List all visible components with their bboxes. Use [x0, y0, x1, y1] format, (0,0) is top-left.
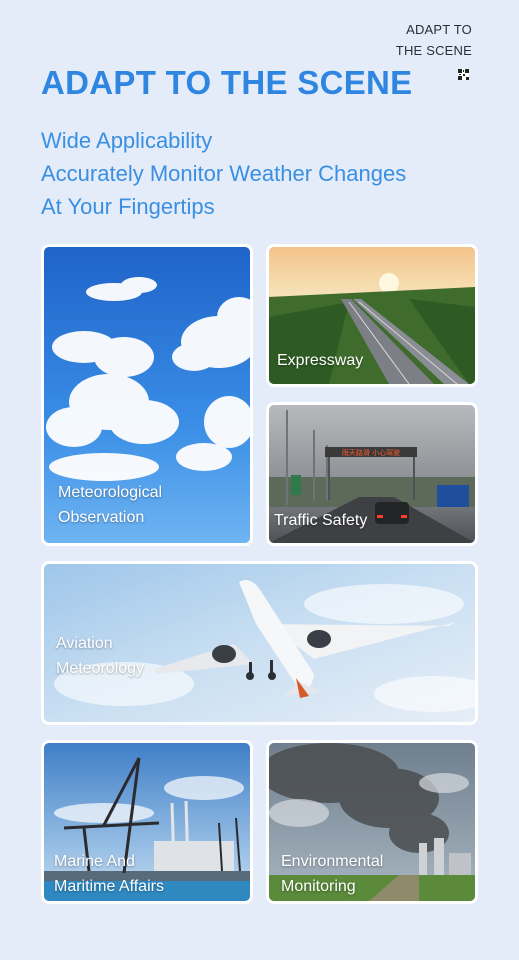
card-label-line2: Monitoring [281, 878, 356, 895]
card-label-line2: Maritime Affairs [54, 878, 164, 895]
card-label: Aviation Meteorology [56, 631, 144, 681]
card-label-line2: Meteorology [56, 660, 145, 677]
card-aviation-meteorology[interactable]: Aviation Meteorology [41, 561, 478, 725]
card-label: Meteorological Observation [58, 480, 162, 530]
corner-label-line2: THE SCENE [395, 43, 472, 58]
card-label-line1: Meteorological [58, 484, 163, 501]
road-sign-text: 雨天路滑 小心驾驶 [342, 448, 400, 457]
card-label-line1: Aviation [56, 635, 113, 652]
card-label: Marine And Maritime Affairs [54, 849, 164, 899]
card-meteorological-observation[interactable]: Meteorological Observation [41, 244, 253, 546]
subtitle-line-3: At Your Fingertips [41, 194, 215, 219]
card-label-line1: Traffic Safety [274, 512, 368, 529]
card-expressway[interactable]: Expressway [266, 244, 478, 387]
card-label-line2: Observation [58, 509, 145, 526]
card-label-line1: Environmental [281, 853, 384, 870]
card-label: Environmental Monitoring [281, 849, 383, 899]
subtitle-line-1: Wide Applicability [41, 128, 213, 153]
qr-code-icon [458, 69, 469, 80]
card-label: Expressway [277, 348, 363, 373]
corner-label: ADAPT TO THE SCENE [396, 19, 472, 61]
card-label: Traffic Safety [274, 508, 367, 533]
card-label-line1: Expressway [277, 352, 364, 369]
card-label-line1: Marine And [54, 853, 135, 870]
card-environmental-monitoring[interactable]: Environmental Monitoring [266, 740, 478, 904]
page-title: ADAPT TO THE SCENE [41, 64, 413, 101]
card-traffic-safety[interactable]: 雨天路滑 小心驾驶 Traffic Safety [266, 402, 478, 546]
subtitle-line-2: Accurately Monitor Weather Changes [41, 161, 407, 186]
card-marine-maritime[interactable]: Marine And Maritime Affairs [41, 740, 253, 904]
corner-label-line1: ADAPT TO [406, 22, 472, 37]
subtitle: Wide Applicability Accurately Monitor We… [41, 124, 406, 223]
